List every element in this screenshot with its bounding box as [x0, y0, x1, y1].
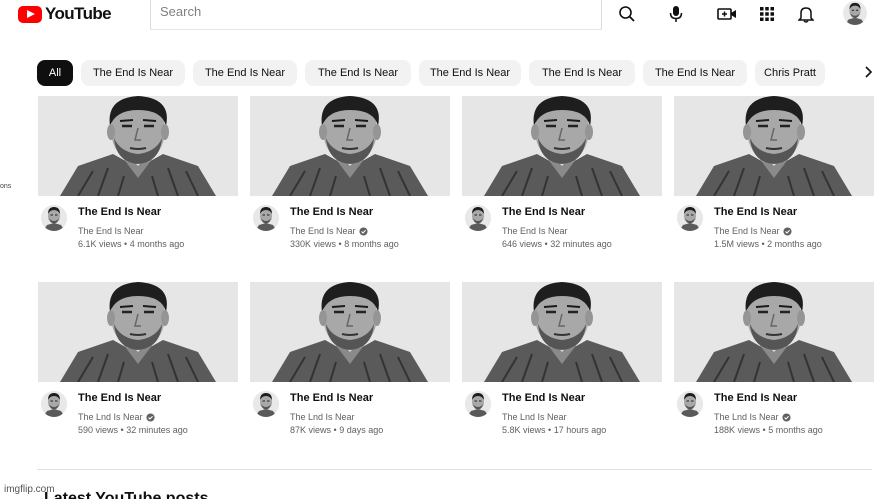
- avatar[interactable]: [843, 1, 867, 25]
- bell-icon[interactable]: [795, 3, 817, 25]
- video-thumbnail[interactable]: [250, 96, 450, 196]
- create-icon[interactable]: [716, 3, 738, 25]
- channel-name[interactable]: The Lnd Is Near: [78, 412, 155, 422]
- video-thumbnail[interactable]: [462, 282, 662, 382]
- video-title[interactable]: The End Is Near: [290, 206, 373, 218]
- mic-icon[interactable]: [665, 3, 687, 25]
- watermark: imgflip.com: [4, 484, 55, 495]
- video-meta: 6.1K views • 4 months ago: [78, 239, 185, 249]
- verified-icon: [358, 226, 368, 236]
- channel-label: The Lnd Is Near: [714, 412, 779, 422]
- channel-name[interactable]: The Lnd Is Near: [290, 412, 355, 422]
- apps-icon[interactable]: [756, 3, 778, 25]
- upload-age: 17 hours ago: [553, 425, 607, 435]
- video-meta: 1.5M views • 2 months ago: [714, 239, 822, 249]
- video-thumbnail[interactable]: [250, 282, 450, 382]
- view-count: 5.8K views: [502, 425, 546, 435]
- chevron-right-icon[interactable]: [862, 64, 876, 80]
- chip[interactable]: Chris Pratt: [755, 60, 825, 86]
- channel-avatar[interactable]: [677, 205, 703, 231]
- channel-label: The End Is Near: [290, 226, 356, 236]
- chip[interactable]: The End Is Near: [305, 60, 411, 86]
- search-icon[interactable]: [616, 3, 638, 25]
- channel-name[interactable]: The End Is Near: [78, 226, 144, 236]
- video-title[interactable]: The End Is Near: [78, 206, 161, 218]
- section-title: Latest YouTube posts: [44, 490, 209, 499]
- search-input[interactable]: [160, 4, 560, 19]
- video-meta: 5.8K views • 17 hours ago: [502, 425, 607, 435]
- view-count: 590 views: [78, 425, 119, 435]
- upload-age: 4 months ago: [129, 239, 185, 249]
- chip[interactable]: The End Is Near: [419, 60, 521, 86]
- video-meta: 646 views • 32 minutes ago: [502, 239, 612, 249]
- video-title[interactable]: The End Is Near: [502, 206, 585, 218]
- upload-age: 32 minutes ago: [550, 239, 612, 249]
- channel-name[interactable]: The End Is Near: [714, 226, 792, 236]
- chip[interactable]: The End Is Near: [81, 60, 185, 86]
- channel-avatar[interactable]: [465, 391, 491, 417]
- view-count: 1.5M views: [714, 239, 760, 249]
- video-thumbnail[interactable]: [462, 96, 662, 196]
- channel-avatar[interactable]: [677, 391, 703, 417]
- video-meta: 590 views • 32 minutes ago: [78, 425, 188, 435]
- channel-label: The End Is Near: [502, 226, 568, 236]
- youtube-logo-icon: [18, 5, 42, 23]
- logo-text: YouTube: [45, 4, 112, 23]
- search-box[interactable]: [150, 0, 602, 30]
- section-divider: [37, 469, 872, 470]
- verified-icon: [782, 226, 792, 236]
- youtube-logo[interactable]: YouTube: [18, 4, 112, 24]
- video-meta: 188K views • 5 months ago: [714, 425, 823, 435]
- sidebar-fragment: ons: [0, 183, 12, 190]
- view-count: 330K views: [290, 239, 337, 249]
- channel-avatar[interactable]: [41, 205, 67, 231]
- video-title[interactable]: The End Is Near: [714, 392, 797, 404]
- video-thumbnail[interactable]: [674, 282, 874, 382]
- video-thumbnail[interactable]: [38, 96, 238, 196]
- channel-label: The Lnd Is Near: [290, 412, 355, 422]
- view-count: 188K views: [714, 425, 761, 435]
- upload-age: 5 months ago: [768, 425, 823, 435]
- chip[interactable]: The End Is Near: [193, 60, 297, 86]
- video-title[interactable]: The End Is Near: [78, 392, 161, 404]
- upload-age: 2 months ago: [767, 239, 822, 249]
- chip[interactable]: The End Is Near: [643, 60, 747, 86]
- video-meta: 330K views • 8 months ago: [290, 239, 399, 249]
- chip[interactable]: The End Is Near: [529, 60, 635, 86]
- video-thumbnail[interactable]: [674, 96, 874, 196]
- channel-label: The End Is Near: [714, 226, 780, 236]
- channel-label: The End Is Near: [78, 226, 144, 236]
- video-thumbnail[interactable]: [38, 282, 238, 382]
- channel-avatar[interactable]: [465, 205, 491, 231]
- channel-label: The Lnd Is Near: [502, 412, 567, 422]
- top-bar: YouTube: [0, 0, 879, 30]
- verified-icon: [145, 412, 155, 422]
- video-title[interactable]: The End Is Near: [714, 206, 797, 218]
- verified-icon: [781, 412, 791, 422]
- channel-avatar[interactable]: [41, 391, 67, 417]
- chip-all[interactable]: All: [37, 60, 73, 86]
- channel-name[interactable]: The Lnd Is Near: [502, 412, 567, 422]
- channel-avatar[interactable]: [253, 205, 279, 231]
- chip-bar: All The End Is Near The End Is Near The …: [37, 60, 833, 86]
- view-count: 6.1K views: [78, 239, 122, 249]
- video-title[interactable]: The End Is Near: [502, 392, 585, 404]
- channel-avatar[interactable]: [253, 391, 279, 417]
- upload-age: 32 minutes ago: [126, 425, 188, 435]
- upload-age: 8 months ago: [344, 239, 399, 249]
- upload-age: 9 days ago: [339, 425, 384, 435]
- view-count: 646 views: [502, 239, 543, 249]
- video-title[interactable]: The End Is Near: [290, 392, 373, 404]
- video-meta: 87K views • 9 days ago: [290, 425, 384, 435]
- channel-label: The Lnd Is Near: [78, 412, 143, 422]
- channel-name[interactable]: The Lnd Is Near: [714, 412, 791, 422]
- view-count: 87K views: [290, 425, 332, 435]
- channel-name[interactable]: The End Is Near: [502, 226, 568, 236]
- channel-name[interactable]: The End Is Near: [290, 226, 368, 236]
